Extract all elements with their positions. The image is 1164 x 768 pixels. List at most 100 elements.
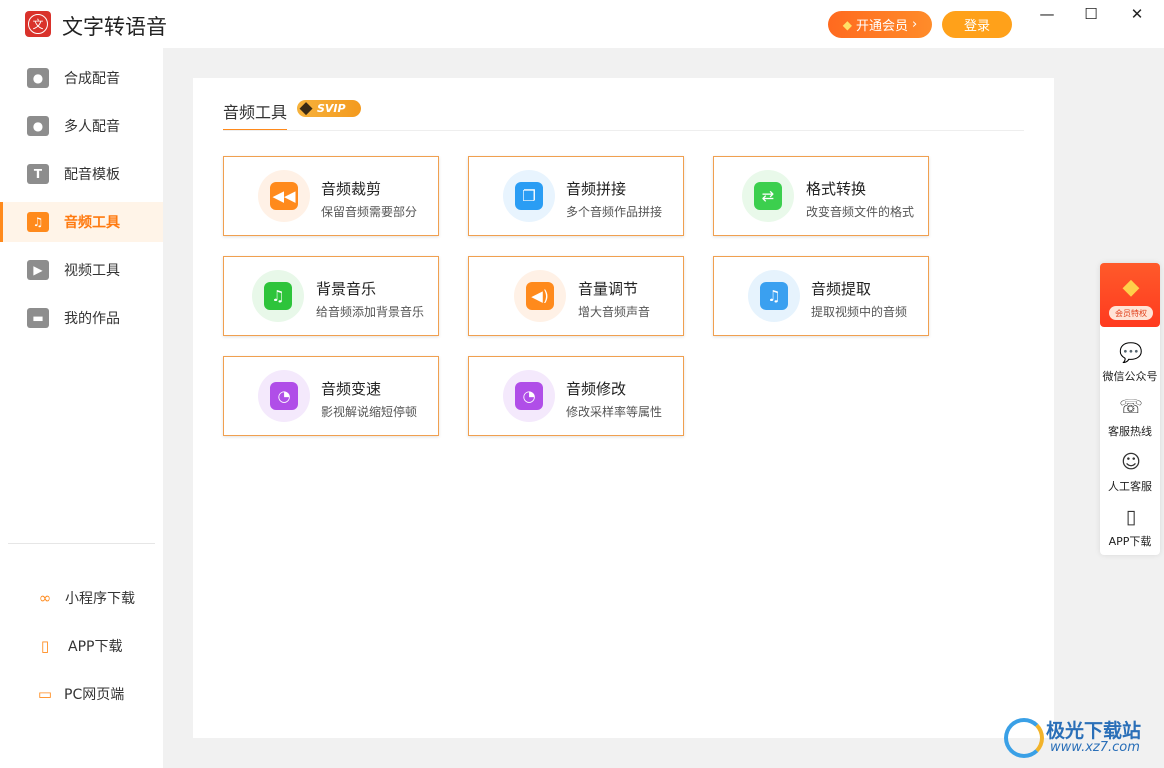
rewind-icon: ◀◀ [258, 170, 310, 222]
tool-title: 音频提取 [811, 280, 872, 298]
tool-desc: 多个音频作品拼接 [566, 205, 663, 219]
watermark: 极光下载站 www.xz7.com [1004, 716, 1154, 760]
wechat-label: 微信公众号 [1102, 370, 1158, 383]
tool-title: 音量调节 [578, 280, 639, 298]
svip-badge: ◆ SVIP [297, 98, 361, 118]
tool-desc: 改变音频文件的格式 [806, 205, 915, 219]
audio-tools-panel: 音频工具 ◆ SVIP ◀◀ 音频裁剪 保留音频需要部分 ❐ 音频拼接 多个音频… [193, 78, 1054, 738]
tool-card-format-convert[interactable]: ⇄ 格式转换 改变音频文件的格式 [713, 156, 929, 236]
app-logo-glyph: 文 [28, 14, 48, 34]
maximize-button[interactable]: ☐ [1078, 4, 1104, 24]
close-button[interactable]: ✕ [1124, 4, 1150, 24]
video-icon: ▶ [27, 260, 49, 280]
human-support-label: 人工客服 [1108, 480, 1152, 493]
chevron-right-icon: › [912, 17, 918, 32]
users-icon: ● [27, 116, 49, 136]
hotline-button[interactable]: ☏ 客服热线 [1100, 394, 1160, 446]
member-privilege-label: 会员特权 [1109, 306, 1153, 320]
music-note-icon: ♫ [27, 212, 49, 232]
sidebar-item-label: 多人配音 [64, 119, 120, 135]
phone-icon: ▯ [40, 637, 50, 655]
folder-icon: ▬ [27, 308, 49, 328]
title-bar: 文 文字转语音 ◆ 开通会员 › 登录 — ☐ ✕ [0, 0, 1164, 48]
rewind-icon-glyph: ◀◀ [270, 182, 298, 210]
sidebar-item-synthesis-dubbing[interactable]: ● 合成配音 [0, 58, 163, 98]
tool-title: 格式转换 [806, 180, 867, 198]
sidebar-item-label: 合成配音 [64, 71, 120, 87]
modify-icon-glyph: ◔ [515, 382, 543, 410]
music-icon-glyph: ♫ [264, 282, 292, 310]
open-vip-label: 开通会员 [856, 19, 909, 34]
sidebar-item-label: 音频工具 [64, 215, 120, 231]
tool-desc: 影视解说缩短停顿 [321, 405, 418, 419]
float-app-download-label: APP下载 [1108, 535, 1152, 548]
tool-title: 背景音乐 [316, 280, 377, 298]
convert-icon: ⇄ [742, 170, 794, 222]
sidebar-item-label: 配音模板 [64, 167, 120, 183]
watermark-logo-icon [1004, 718, 1044, 758]
music-icon: ♫ [252, 270, 304, 322]
hotline-label: 客服热线 [1108, 425, 1152, 438]
tab-divider [223, 130, 1024, 131]
tool-desc: 提取视频中的音频 [811, 305, 908, 319]
diamond-icon: ◆ [842, 17, 852, 32]
template-icon: T [27, 164, 49, 184]
convert-icon-glyph: ⇄ [754, 182, 782, 210]
agent-icon: ☺ [1121, 451, 1141, 473]
app-download-link[interactable]: ▯ APP下载 [0, 628, 163, 664]
minimize-button[interactable]: — [1034, 4, 1060, 24]
phone-icon: ▯ [1125, 506, 1137, 528]
tool-title: 音频变速 [321, 380, 382, 398]
tool-card-audio-merge[interactable]: ❐ 音频拼接 多个音频作品拼接 [468, 156, 684, 236]
sidebar-item-multi-dubbing[interactable]: ● 多人配音 [0, 106, 163, 146]
sidebar-item-label: 视频工具 [64, 263, 120, 279]
merge-icon-glyph: ❐ [515, 182, 543, 210]
modify-icon: ◔ [503, 370, 555, 422]
merge-icon: ❐ [503, 170, 555, 222]
app-download-label: APP下载 [68, 639, 123, 655]
wechat-official-account-button[interactable]: 💬 微信公众号 [1100, 339, 1160, 391]
tool-card-background-music[interactable]: ♫ 背景音乐 给音频添加背景音乐 [223, 256, 439, 336]
svip-label: SVIP [317, 102, 346, 115]
login-button[interactable]: 登录 [942, 11, 1012, 38]
wechat-icon: 💬 [1119, 341, 1143, 364]
diamond-icon: ◆ [299, 98, 313, 118]
sidebar-divider [8, 543, 155, 544]
tool-desc: 给音频添加背景音乐 [316, 305, 425, 319]
sidebar: ● 合成配音 ● 多人配音 T 配音模板 ♫ 音频工具 ▶ 视频工具 ▬ 我的作… [0, 48, 163, 768]
extract-audio-icon: ♫ [748, 270, 800, 322]
float-app-download-button[interactable]: ▯ APP下载 [1100, 504, 1160, 556]
tool-desc: 增大音频声音 [578, 305, 651, 319]
floating-service-bar: ◆ 会员特权 💬 微信公众号 ☏ 客服热线 ☺ 人工客服 ▯ APP下载 [1100, 263, 1160, 555]
tool-title: 音频拼接 [566, 180, 627, 198]
volume-icon-glyph: ◀) [526, 282, 554, 310]
sidebar-item-audio-tools[interactable]: ♫ 音频工具 [0, 202, 163, 242]
app-logo: 文 [25, 11, 51, 37]
watermark-url: www.xz7.com [1050, 740, 1140, 755]
tab-audio-tools[interactable]: 音频工具 [223, 99, 288, 131]
tool-title: 音频修改 [566, 380, 627, 398]
mini-program-icon: ∞ [38, 589, 52, 607]
tool-card-audio-trim[interactable]: ◀◀ 音频裁剪 保留音频需要部分 [223, 156, 439, 236]
tool-card-audio-extract[interactable]: ♫ 音频提取 提取视频中的音频 [713, 256, 929, 336]
volume-icon: ◀) [514, 270, 566, 322]
sidebar-item-my-works[interactable]: ▬ 我的作品 [0, 298, 163, 338]
sidebar-item-templates[interactable]: T 配音模板 [0, 154, 163, 194]
tool-card-volume-adjust[interactable]: ◀) 音量调节 增大音频声音 [468, 256, 684, 336]
watermark-title: 极光下载站 [1046, 720, 1142, 742]
member-privilege-button[interactable]: ◆ 会员特权 [1100, 263, 1160, 327]
diamond-icon: ◆ [1122, 274, 1140, 300]
main-area: 音频工具 ◆ SVIP ◀◀ 音频裁剪 保留音频需要部分 ❐ 音频拼接 多个音频… [163, 48, 1164, 768]
sidebar-item-video-tools[interactable]: ▶ 视频工具 [0, 250, 163, 290]
tool-card-audio-speed[interactable]: ◔ 音频变速 影视解说缩短停顿 [223, 356, 439, 436]
pc-web-link[interactable]: ▭ PC网页端 [0, 676, 163, 712]
speed-icon: ◔ [258, 370, 310, 422]
mini-program-download-link[interactable]: ∞ 小程序下载 [0, 580, 163, 616]
tool-card-audio-modify[interactable]: ◔ 音频修改 修改采样率等属性 [468, 356, 684, 436]
app-title: 文字转语音 [62, 15, 167, 39]
microphone-icon: ● [27, 68, 49, 88]
open-vip-button[interactable]: ◆ 开通会员 › [828, 11, 932, 38]
hotline-icon: ☏ [1119, 396, 1143, 418]
human-support-button[interactable]: ☺ 人工客服 [1100, 449, 1160, 501]
pc-web-label: PC网页端 [64, 687, 125, 703]
